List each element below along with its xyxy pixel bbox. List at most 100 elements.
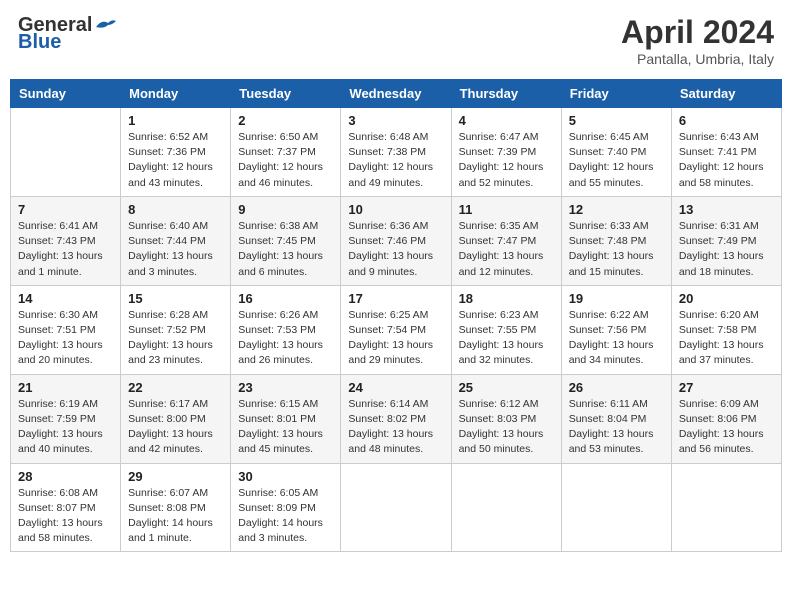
- month-title: April 2024: [621, 14, 774, 51]
- calendar-table: SundayMondayTuesdayWednesdayThursdayFrid…: [10, 79, 782, 552]
- day-number: 10: [348, 202, 443, 217]
- weekday-header-sunday: Sunday: [11, 80, 121, 108]
- day-info: Sunrise: 6:31 AMSunset: 7:49 PMDaylight:…: [679, 219, 774, 280]
- calendar-cell: [451, 463, 561, 552]
- calendar-week-row: 1 Sunrise: 6:52 AMSunset: 7:36 PMDaylight…: [11, 108, 782, 197]
- calendar-cell: 12Sunrise: 6:33 AMSunset: 7:48 PMDayligh…: [561, 196, 671, 285]
- day-info: Sunrise: 6:43 AMSunset: 7:41 PMDaylight:…: [679, 130, 774, 191]
- calendar-week-row: 7Sunrise: 6:41 AMSunset: 7:43 PMDaylight…: [11, 196, 782, 285]
- calendar-cell: 7Sunrise: 6:41 AMSunset: 7:43 PMDaylight…: [11, 196, 121, 285]
- weekday-header-monday: Monday: [121, 80, 231, 108]
- page-header: General Blue April 2024 Pantalla, Umbria…: [10, 10, 782, 71]
- day-info: Sunrise: 6:09 AMSunset: 8:06 PMDaylight:…: [679, 397, 774, 458]
- calendar-cell: [11, 108, 121, 197]
- calendar-cell: 30 Sunrise: 6:05 AMSunset: 8:09 PMDayligh…: [231, 463, 341, 552]
- day-info: Sunrise: 6:07 AMSunset: 8:08 PMDaylight:…: [128, 486, 223, 547]
- day-info: Sunrise: 6:35 AMSunset: 7:47 PMDaylight:…: [459, 219, 554, 280]
- day-number: 12: [569, 202, 664, 217]
- calendar-cell: 21Sunrise: 6:19 AMSunset: 7:59 PMDayligh…: [11, 374, 121, 463]
- title-section: April 2024 Pantalla, Umbria, Italy: [621, 14, 774, 67]
- calendar-cell: 6 Sunrise: 6:43 AMSunset: 7:41 PMDaylight…: [671, 108, 781, 197]
- calendar-cell: [561, 463, 671, 552]
- calendar-cell: 2 Sunrise: 6:50 AMSunset: 7:37 PMDaylight…: [231, 108, 341, 197]
- calendar-cell: 10 Sunrise: 6:36 AMSunset: 7:46 PMDayligh…: [341, 196, 451, 285]
- day-number: 22: [128, 380, 223, 395]
- day-info: Sunrise: 6:25 AMSunset: 7:54 PMDaylight:…: [348, 308, 443, 369]
- calendar-cell: 19Sunrise: 6:22 AMSunset: 7:56 PMDayligh…: [561, 285, 671, 374]
- calendar-cell: 16 Sunrise: 6:26 AMSunset: 7:53 PMDayligh…: [231, 285, 341, 374]
- day-info: Sunrise: 6:05 AMSunset: 8:09 PMDaylight:…: [238, 486, 333, 547]
- day-number: 20: [679, 291, 774, 306]
- calendar-cell: [341, 463, 451, 552]
- day-number: 28: [18, 469, 113, 484]
- day-info: Sunrise: 6:15 AMSunset: 8:01 PMDaylight:…: [238, 397, 333, 458]
- day-info: Sunrise: 6:48 AMSunset: 7:38 PMDaylight:…: [348, 130, 443, 191]
- day-info: Sunrise: 6:23 AMSunset: 7:55 PMDaylight:…: [459, 308, 554, 369]
- calendar-cell: 4Sunrise: 6:47 AMSunset: 7:39 PMDaylight…: [451, 108, 561, 197]
- day-number: 14: [18, 291, 113, 306]
- day-number: 5: [569, 113, 664, 128]
- day-number: 25: [459, 380, 554, 395]
- calendar-body: 1 Sunrise: 6:52 AMSunset: 7:36 PMDaylight…: [11, 108, 782, 552]
- day-number: 30: [238, 469, 333, 484]
- weekday-header-saturday: Saturday: [671, 80, 781, 108]
- calendar-cell: [671, 463, 781, 552]
- calendar-cell: 11Sunrise: 6:35 AMSunset: 7:47 PMDayligh…: [451, 196, 561, 285]
- weekday-header-thursday: Thursday: [451, 80, 561, 108]
- day-info: Sunrise: 6:41 AMSunset: 7:43 PMDaylight:…: [18, 219, 113, 280]
- calendar-cell: 25 Sunrise: 6:12 AMSunset: 8:03 PMDayligh…: [451, 374, 561, 463]
- calendar-cell: 24Sunrise: 6:14 AMSunset: 8:02 PMDayligh…: [341, 374, 451, 463]
- day-info: Sunrise: 6:36 AMSunset: 7:46 PMDaylight:…: [348, 219, 443, 280]
- logo-bird-icon: [94, 17, 116, 35]
- calendar-week-row: 14 Sunrise: 6:30 AMSunset: 7:51 PMDayligh…: [11, 285, 782, 374]
- logo: General Blue: [18, 14, 116, 54]
- calendar-cell: 18 Sunrise: 6:23 AMSunset: 7:55 PMDayligh…: [451, 285, 561, 374]
- weekday-header-wednesday: Wednesday: [341, 80, 451, 108]
- day-info: Sunrise: 6:20 AMSunset: 7:58 PMDaylight:…: [679, 308, 774, 369]
- calendar-cell: 14 Sunrise: 6:30 AMSunset: 7:51 PMDayligh…: [11, 285, 121, 374]
- day-number: 24: [348, 380, 443, 395]
- day-info: Sunrise: 6:11 AMSunset: 8:04 PMDaylight:…: [569, 397, 664, 458]
- day-number: 21: [18, 380, 113, 395]
- day-number: 13: [679, 202, 774, 217]
- calendar-week-row: 21Sunrise: 6:19 AMSunset: 7:59 PMDayligh…: [11, 374, 782, 463]
- calendar-cell: 5 Sunrise: 6:45 AMSunset: 7:40 PMDaylight…: [561, 108, 671, 197]
- day-info: Sunrise: 6:45 AMSunset: 7:40 PMDaylight:…: [569, 130, 664, 191]
- weekday-header-tuesday: Tuesday: [231, 80, 341, 108]
- day-number: 18: [459, 291, 554, 306]
- day-number: 16: [238, 291, 333, 306]
- day-info: Sunrise: 6:52 AMSunset: 7:36 PMDaylight:…: [128, 130, 223, 191]
- calendar-cell: 13 Sunrise: 6:31 AMSunset: 7:49 PMDayligh…: [671, 196, 781, 285]
- calendar-week-row: 28 Sunrise: 6:08 AMSunset: 8:07 PMDayligh…: [11, 463, 782, 552]
- day-number: 26: [569, 380, 664, 395]
- day-info: Sunrise: 6:08 AMSunset: 8:07 PMDaylight:…: [18, 486, 113, 547]
- day-info: Sunrise: 6:30 AMSunset: 7:51 PMDaylight:…: [18, 308, 113, 369]
- calendar-cell: 29 Sunrise: 6:07 AMSunset: 8:08 PMDayligh…: [121, 463, 231, 552]
- day-number: 9: [238, 202, 333, 217]
- day-info: Sunrise: 6:12 AMSunset: 8:03 PMDaylight:…: [459, 397, 554, 458]
- logo-blue-text: Blue: [18, 31, 61, 54]
- calendar-cell: 15Sunrise: 6:28 AMSunset: 7:52 PMDayligh…: [121, 285, 231, 374]
- day-info: Sunrise: 6:38 AMSunset: 7:45 PMDaylight:…: [238, 219, 333, 280]
- day-info: Sunrise: 6:26 AMSunset: 7:53 PMDaylight:…: [238, 308, 333, 369]
- calendar-cell: 3Sunrise: 6:48 AMSunset: 7:38 PMDaylight…: [341, 108, 451, 197]
- day-info: Sunrise: 6:40 AMSunset: 7:44 PMDaylight:…: [128, 219, 223, 280]
- day-info: Sunrise: 6:50 AMSunset: 7:37 PMDaylight:…: [238, 130, 333, 191]
- calendar-cell: 20 Sunrise: 6:20 AMSunset: 7:58 PMDayligh…: [671, 285, 781, 374]
- day-number: 15: [128, 291, 223, 306]
- calendar-cell: 8Sunrise: 6:40 AMSunset: 7:44 PMDaylight…: [121, 196, 231, 285]
- weekday-header-row: SundayMondayTuesdayWednesdayThursdayFrid…: [11, 80, 782, 108]
- calendar-cell: 1 Sunrise: 6:52 AMSunset: 7:36 PMDaylight…: [121, 108, 231, 197]
- calendar-cell: 28 Sunrise: 6:08 AMSunset: 8:07 PMDayligh…: [11, 463, 121, 552]
- day-number: 2: [238, 113, 333, 128]
- day-number: 6: [679, 113, 774, 128]
- day-info: Sunrise: 6:17 AMSunset: 8:00 PMDaylight:…: [128, 397, 223, 458]
- location-subtitle: Pantalla, Umbria, Italy: [621, 51, 774, 67]
- day-number: 23: [238, 380, 333, 395]
- calendar-cell: 9 Sunrise: 6:38 AMSunset: 7:45 PMDaylight…: [231, 196, 341, 285]
- calendar-cell: 22 Sunrise: 6:17 AMSunset: 8:00 PMDayligh…: [121, 374, 231, 463]
- day-number: 1: [128, 113, 223, 128]
- day-number: 29: [128, 469, 223, 484]
- day-number: 19: [569, 291, 664, 306]
- calendar-cell: 17Sunrise: 6:25 AMSunset: 7:54 PMDayligh…: [341, 285, 451, 374]
